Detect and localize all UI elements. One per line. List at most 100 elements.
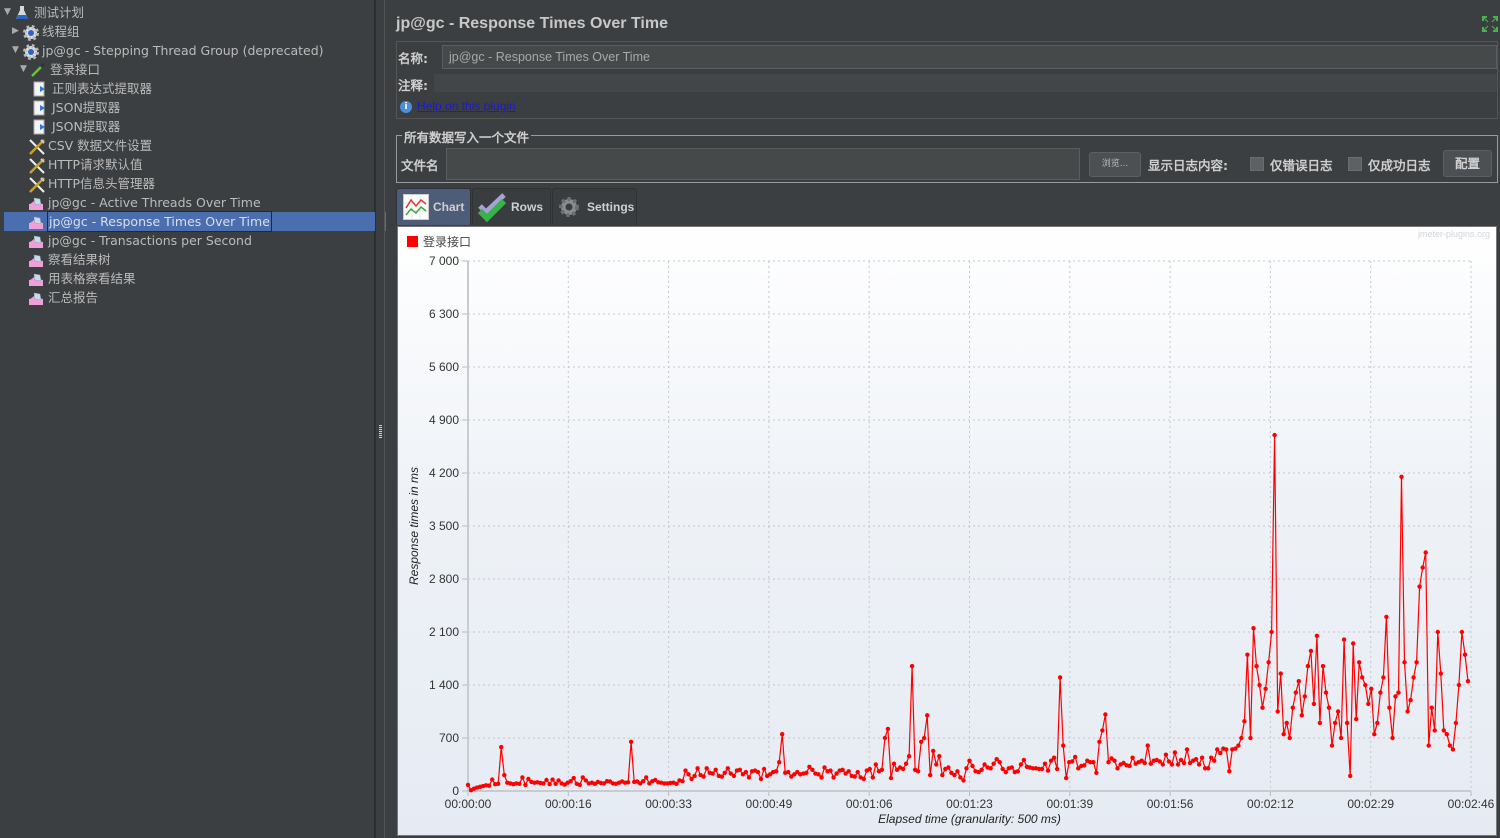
info-icon: i — [400, 101, 412, 113]
data-point — [1402, 660, 1407, 665]
data-point — [1396, 690, 1401, 695]
success-only-checkbox[interactable] — [1348, 157, 1362, 171]
tree-item[interactable]: ▼ 登录接口 — [20, 60, 100, 79]
listener-icon — [28, 271, 44, 287]
data-point — [1127, 763, 1132, 769]
x-tick-label: 00:02:12 — [1247, 797, 1294, 811]
data-point — [1248, 735, 1253, 741]
tree-item[interactable]: JSON提取器 — [30, 98, 120, 117]
name-field[interactable]: jp@gc - Response Times Over Time — [442, 45, 1497, 69]
data-point — [755, 769, 761, 775]
data-point — [1196, 762, 1202, 767]
tree-item[interactable]: 用表格察看结果 — [26, 269, 136, 288]
data-point — [964, 766, 969, 771]
data-point — [1269, 629, 1274, 635]
y-tick-label: 4 900 — [429, 413, 459, 427]
errors-only-checkbox[interactable] — [1250, 157, 1264, 171]
tree-item-label: HTTP信息头管理器 — [48, 176, 155, 191]
panel-splitter[interactable] — [375, 0, 385, 838]
listener-icon — [28, 290, 44, 306]
y-tick-label: 2 100 — [429, 625, 459, 639]
data-point — [828, 768, 833, 773]
y-tick-label: 4 200 — [429, 466, 459, 480]
tree-item[interactable]: JSON提取器 — [30, 117, 120, 136]
data-point — [465, 782, 471, 788]
data-point — [1335, 709, 1341, 714]
expand-arrow-icon[interactable]: ▼ — [12, 41, 22, 60]
data-point — [1290, 705, 1295, 710]
legend-label: 登录接口 — [423, 234, 471, 249]
tree-item[interactable]: jp@gc - Response Times Over Time — [4, 211, 395, 232]
tree-item[interactable]: 察看结果树 — [26, 250, 111, 269]
tab-settings-label: Settings — [587, 200, 635, 214]
data-point — [991, 761, 996, 766]
x-tick-label: 00:00:16 — [545, 797, 592, 811]
x-tick-label: 00:01:39 — [1046, 797, 1093, 811]
tree-item[interactable]: ▼ 测试计划 — [4, 3, 84, 22]
data-point — [1272, 432, 1277, 438]
tree-item[interactable]: jp@gc - Transactions per Second — [26, 231, 252, 250]
maximize-icon[interactable] — [1482, 16, 1498, 32]
tree-item[interactable]: HTTP信息头管理器 — [26, 174, 155, 193]
comment-field[interactable] — [434, 74, 1497, 92]
success-only-label: 仅成功日志 — [1368, 158, 1431, 173]
data-point — [1242, 719, 1247, 724]
data-point — [1015, 769, 1020, 774]
wrench-icon — [28, 138, 45, 155]
data-point — [816, 772, 821, 777]
expand-arrow-icon[interactable]: ▼ — [20, 60, 30, 79]
splitter-grip[interactable] — [379, 425, 382, 439]
data-point — [888, 775, 894, 781]
data-point — [1323, 690, 1329, 695]
browse-button[interactable]: 浏览... — [1089, 152, 1141, 177]
tree-item[interactable]: CSV 数据文件设置 — [26, 136, 152, 155]
tree-item-label: 察看结果树 — [48, 252, 111, 267]
data-point — [725, 766, 730, 771]
data-point — [1375, 720, 1380, 726]
data-point — [496, 781, 501, 786]
tree-item-label: CSV 数据文件设置 — [48, 138, 153, 153]
tree-item[interactable]: 汇总报告 — [26, 288, 98, 307]
data-point — [1169, 762, 1175, 767]
tab-chart[interactable]: Chart — [396, 188, 471, 225]
collapse-arrow-icon[interactable]: ▶ — [12, 22, 22, 41]
tree-item-label: 用表格察看结果 — [48, 271, 136, 286]
configure-button[interactable]: 配置 — [1443, 150, 1492, 177]
expand-arrow-icon[interactable]: ▼ — [4, 3, 14, 22]
data-point — [683, 768, 688, 773]
errors-only-label: 仅错误日志 — [1270, 158, 1333, 173]
tree-item-label: 正则表达式提取器 — [52, 81, 153, 96]
data-point — [1462, 652, 1468, 657]
data-point — [1130, 755, 1135, 760]
data-point — [1317, 720, 1323, 726]
tab-rows[interactable]: Rows — [472, 188, 551, 225]
data-point — [879, 767, 885, 772]
data-point — [1399, 474, 1404, 479]
x-tick-label: 00:01:06 — [846, 797, 893, 811]
tree-item[interactable]: HTTP请求默认值 — [26, 155, 143, 174]
data-point — [1432, 728, 1437, 733]
y-tick-label: 6 300 — [429, 307, 459, 321]
help-link[interactable]: Help on this plugin — [417, 99, 516, 113]
data-point — [1245, 652, 1250, 657]
data-point — [541, 781, 546, 786]
data-point — [571, 775, 576, 781]
data-point — [1082, 763, 1087, 768]
data-point — [1387, 705, 1392, 710]
data-point — [722, 770, 727, 775]
tree-item[interactable]: 正则表达式提取器 — [30, 79, 152, 98]
tree-item[interactable]: ▶ 线程组 — [12, 22, 80, 41]
filename-input[interactable] — [446, 148, 1080, 180]
data-point — [1332, 720, 1338, 726]
data-point — [1447, 743, 1453, 748]
data-point — [819, 775, 824, 780]
extractor-icon — [32, 100, 48, 116]
tab-settings[interactable]: Settings — [552, 188, 637, 225]
data-point — [915, 769, 921, 774]
tree-item[interactable]: ▼ jp@gc - Stepping Thread Group (deprecat… — [12, 41, 324, 60]
data-point — [882, 735, 888, 741]
data-point — [1444, 732, 1450, 737]
data-point — [641, 779, 646, 784]
test-plan-tree[interactable]: ▼ 测试计划 ▶ 线程组 ▼ jp@gc - Stepping Thread Group … — [0, 0, 395, 838]
tree-item[interactable]: jp@gc - Active Threads Over Time — [26, 193, 261, 212]
